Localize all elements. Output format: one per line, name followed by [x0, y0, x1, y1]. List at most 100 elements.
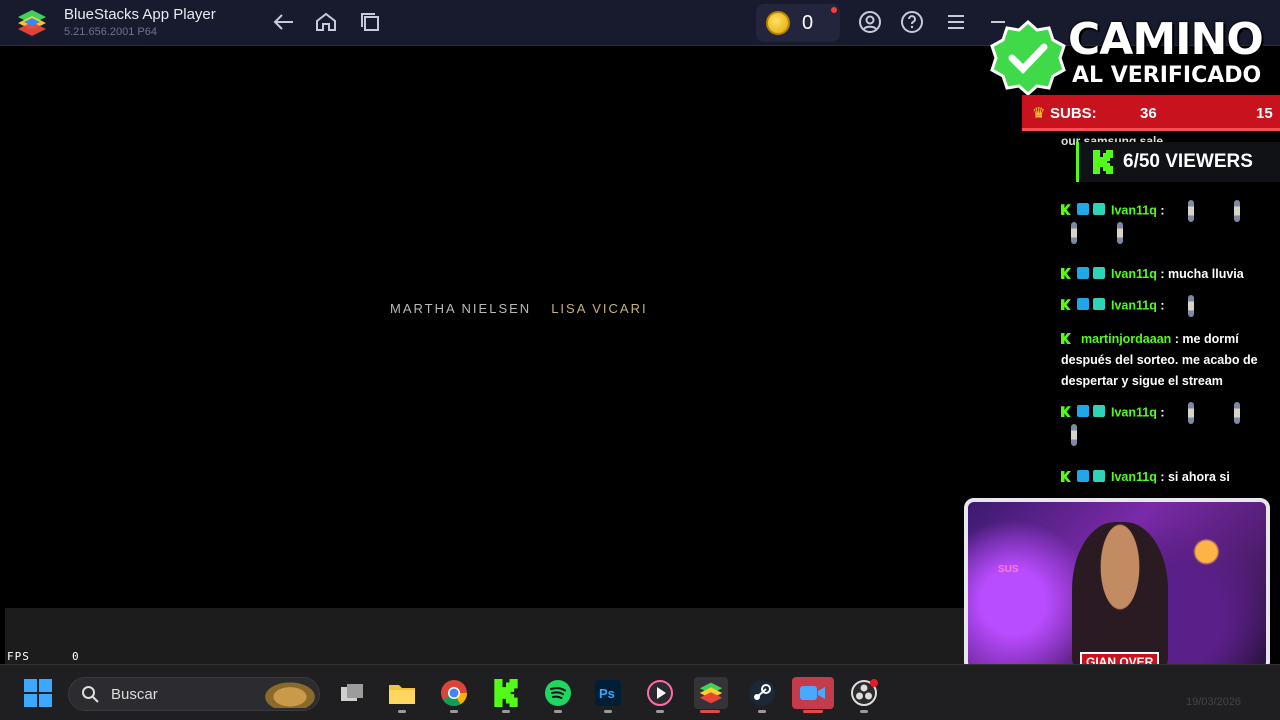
kick-logo-icon: [1093, 150, 1113, 174]
viewers-counter: 6/50 VIEWERS: [1076, 142, 1280, 182]
coin-icon: [766, 11, 790, 35]
subs-goal: 15: [1256, 105, 1273, 122]
emote-icon: [1187, 295, 1194, 317]
chat-message: Ivan11q :: [1061, 295, 1276, 317]
gift-badge-icon: [1093, 203, 1105, 216]
room-neon-sign: SUS: [998, 564, 1019, 575]
badge-icon: [1077, 405, 1089, 418]
taskbar-indicator: [502, 710, 510, 713]
search-icon: [82, 686, 99, 703]
notification-dot: [831, 7, 837, 13]
spotify-icon[interactable]: [542, 677, 574, 709]
file-explorer-icon[interactable]: [386, 677, 418, 709]
kick-icon: [1061, 268, 1071, 279]
kick-app-icon[interactable]: [490, 677, 522, 709]
gift-badge-icon: [1093, 405, 1105, 418]
coin-count: 0: [802, 12, 814, 34]
subs-goal-bar: ♛ SUBS: 36 15: [1022, 95, 1280, 131]
emote-icon: [1187, 200, 1194, 222]
badge-icon: [1077, 203, 1089, 216]
windows-taskbar: Buscar Ps: [0, 664, 1280, 720]
chat-message: Ivan11q :: [1061, 402, 1276, 446]
bluestacks-taskbar-icon[interactable]: [694, 677, 728, 709]
help-icon[interactable]: [900, 10, 924, 34]
kick-icon: [1061, 406, 1071, 418]
stream-chat: our samsung sale Ivan11q : Ivan11q : muc…: [1056, 130, 1280, 495]
taskbar-date: 19/03/2026: [1186, 696, 1242, 708]
badge-icon: [1077, 470, 1089, 482]
chat-username: Ivan11q: [1111, 203, 1157, 218]
home-icon[interactable]: [314, 10, 338, 34]
coins-counter[interactable]: 0: [756, 4, 840, 42]
crown-icon: ♛: [1032, 105, 1046, 122]
badge-icon: [1077, 267, 1089, 279]
gift-badge-icon: [1093, 298, 1105, 311]
chat-username: Ivan11q: [1111, 470, 1157, 484]
app-title: BlueStacks App Player: [64, 6, 216, 23]
zoom-icon[interactable]: [792, 677, 834, 709]
kick-icon: [1061, 204, 1071, 216]
chat-message: Ivan11q :: [1061, 200, 1276, 244]
taskbar-indicator: [758, 710, 766, 713]
credit-name-2: LISA VICARI: [551, 301, 648, 316]
kick-icon: [1061, 471, 1071, 482]
kick-icon: [1061, 333, 1071, 344]
emote-icon: [1187, 402, 1194, 424]
chat-message: martinjordaaan : me dormí después del so…: [1061, 332, 1258, 388]
taskbar-indicator: [604, 710, 612, 713]
taskbar-indicator: [860, 710, 868, 713]
fps-label: FPS: [7, 650, 30, 663]
emote-icon: [1233, 402, 1240, 424]
emote-icon: [1233, 200, 1240, 222]
task-view-icon[interactable]: [336, 677, 368, 709]
recent-apps-icon[interactable]: [358, 10, 382, 34]
chat-text: mucha lluvia: [1167, 267, 1244, 281]
taskbar-indicator: [450, 710, 458, 713]
badge-icon: [1077, 298, 1089, 311]
chat-username: Ivan11q: [1111, 267, 1157, 281]
chat-username: Ivan11q: [1111, 298, 1157, 313]
streamer-image: [1072, 522, 1168, 668]
overlay-subtitle: AL VERIFICADO: [1072, 63, 1262, 88]
chat-username: martinjordaaan: [1081, 332, 1172, 346]
verified-badge-icon: [990, 20, 1066, 96]
gift-badge-icon: [1093, 470, 1105, 482]
emote-icon: [1117, 222, 1123, 244]
search-highlight-image: [261, 680, 319, 708]
kick-icon: [1061, 299, 1071, 311]
chat-message: Ivan11q : si ahora si: [1061, 467, 1276, 488]
screen: BlueStacks App Player 5.21.656.2001 P64 …: [0, 0, 1280, 720]
svg-text:Ps: Ps: [599, 686, 615, 701]
chat-text: si ahora si: [1167, 470, 1230, 484]
chrome-icon[interactable]: [438, 677, 470, 709]
photoshop-icon[interactable]: Ps: [592, 677, 624, 709]
steam-icon[interactable]: [746, 677, 778, 709]
back-icon[interactable]: [272, 10, 296, 34]
bluestacks-logo-icon: [18, 10, 46, 36]
webcam-overlay: SUS GIAN OVER: [964, 498, 1270, 672]
emulator-bottom-strip: [5, 608, 1030, 664]
emote-icon: [1071, 222, 1077, 244]
media-player-icon[interactable]: [644, 677, 676, 709]
viewers-text: 6/50 VIEWERS: [1123, 151, 1253, 172]
chat-message: Ivan11q : mucha lluvia: [1061, 264, 1276, 285]
taskbar-indicator: [554, 710, 562, 713]
subs-count: 36: [1140, 105, 1157, 122]
taskbar-indicator-active: [803, 710, 823, 713]
taskbar-indicator: [656, 710, 664, 713]
credit-name-1: MARTHA NIELSEN: [390, 301, 532, 316]
gift-badge-icon: [1093, 267, 1105, 279]
overlay-title: CAMINO: [1068, 14, 1264, 65]
windows-start-icon[interactable]: [24, 679, 52, 707]
taskbar-search[interactable]: Buscar: [68, 677, 320, 711]
account-icon[interactable]: [858, 10, 882, 34]
obs-icon[interactable]: [848, 677, 880, 709]
emote-icon: [1071, 424, 1077, 446]
taskbar-indicator-active: [700, 710, 720, 713]
search-placeholder: Buscar: [111, 686, 158, 703]
emulator-screen[interactable]: [5, 46, 1030, 608]
video-credits: MARTHA NIELSEN LISA VICARI: [390, 301, 648, 316]
menu-icon[interactable]: [944, 10, 968, 34]
app-version: 5.21.656.2001 P64: [64, 26, 157, 38]
fps-value: 0: [72, 650, 79, 663]
